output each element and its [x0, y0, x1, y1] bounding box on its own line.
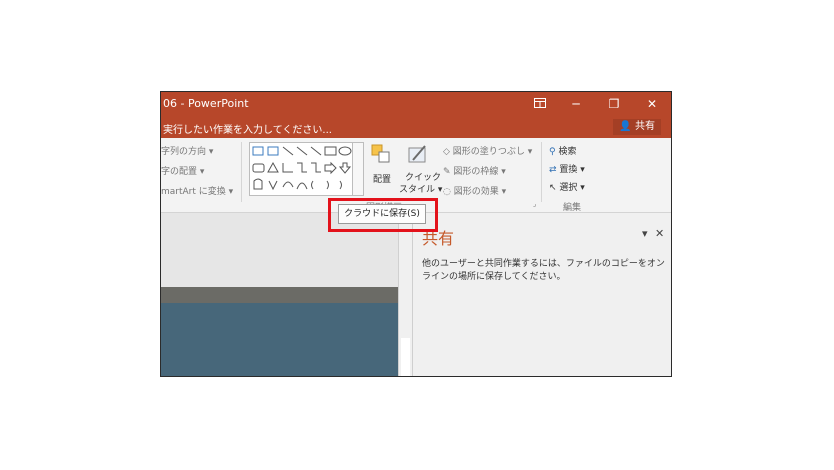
group-separator [241, 142, 242, 202]
replace-button[interactable]: ⇄ 置換 ▾ [549, 162, 585, 175]
share-pane: 共有 ▾ ✕ 他のユーザーと共同作業するには、ファイルのコピーをオンラインの場所… [412, 213, 671, 376]
share-button-label: 共有 [635, 121, 655, 132]
shape-outline-label: 図形の枠線 ▾ [453, 167, 506, 177]
share-pane-description: 他のユーザーと共同作業するには、ファイルのコピーをオンラインの場所に保存してくだ… [422, 259, 665, 282]
arrange-button[interactable]: 配置 [373, 172, 391, 185]
arrange-icon [371, 144, 390, 163]
minimize-button[interactable]: ─ [563, 95, 589, 113]
slide-canvas[interactable] [161, 213, 398, 376]
shape-effects-button[interactable]: ◌ 図形の効果 ▾ [443, 184, 506, 197]
title-bar: 06 - PowerPoint ─ ❐ ✕ [161, 92, 671, 116]
save-to-cloud-button[interactable]: クラウドに保存(S) [338, 204, 426, 224]
group-separator [541, 142, 542, 202]
replace-icon: ⇄ [549, 165, 557, 175]
shapes-icons [252, 146, 352, 191]
cursor-icon: ↖ [549, 183, 557, 193]
window-title: 06 - PowerPoint [163, 97, 249, 110]
shape-fill-label: 図形の塗りつぶし ▾ [452, 147, 533, 157]
ribbon-display-options-button[interactable] [527, 95, 553, 113]
restore-button[interactable]: ❐ [601, 95, 627, 113]
find-label: 検索 [558, 147, 577, 157]
tell-me-bar: 実行したい作業を入力してください... 👤 共有 [161, 116, 671, 138]
shape-fill-button[interactable]: ◇ 図形の塗りつぶし ▾ [443, 144, 532, 157]
share-button[interactable]: 👤 共有 [613, 119, 661, 135]
shapes-gallery-scroll[interactable] [352, 142, 364, 196]
pencil-icon: ✎ [443, 167, 451, 177]
pane-options-chevron-icon[interactable]: ▾ [642, 227, 648, 240]
tell-me-input[interactable]: 実行したい作業を入力してください... [163, 121, 332, 136]
select-button[interactable]: ↖ 選択 ▾ [549, 180, 585, 193]
slide-content-band [161, 303, 398, 376]
replace-label: 置換 ▾ [559, 165, 585, 175]
drawing-dialog-launcher-icon[interactable]: ⌟ [533, 200, 536, 208]
convert-to-smartart-button[interactable]: martArt に変換 ▾ [161, 184, 233, 197]
effects-icon: ◌ [443, 187, 451, 197]
close-button[interactable]: ✕ [639, 95, 665, 113]
align-text-button[interactable]: 字の配置 ▾ [161, 164, 204, 177]
slide-header-band [161, 287, 398, 303]
pane-close-icon[interactable]: ✕ [655, 227, 664, 240]
shapes-gallery[interactable] [249, 142, 355, 196]
find-button[interactable]: ⚲ 検索 [549, 144, 576, 157]
shape-effects-label: 図形の効果 ▾ [453, 187, 507, 197]
powerpoint-window: 06 - PowerPoint ─ ❐ ✕ 実行したい作業を入力してください..… [160, 91, 672, 377]
scrollbar-thumb[interactable] [401, 338, 410, 376]
editing-group-label: 編集 [563, 203, 582, 213]
quick-styles-icon [408, 145, 426, 163]
ribbon-display-icon [534, 98, 546, 108]
select-label: 選択 ▾ [559, 183, 585, 193]
vertical-scrollbar[interactable] [398, 213, 413, 376]
text-direction-button[interactable]: 字列の方向 ▾ [161, 144, 213, 157]
quick-styles-label-2[interactable]: スタイル ▾ [399, 182, 442, 195]
shape-outline-button[interactable]: ✎ 図形の枠線 ▾ [443, 164, 506, 177]
search-icon: ⚲ [549, 147, 556, 157]
paint-bucket-icon: ◇ [443, 147, 450, 157]
person-icon: 👤 [619, 121, 632, 132]
